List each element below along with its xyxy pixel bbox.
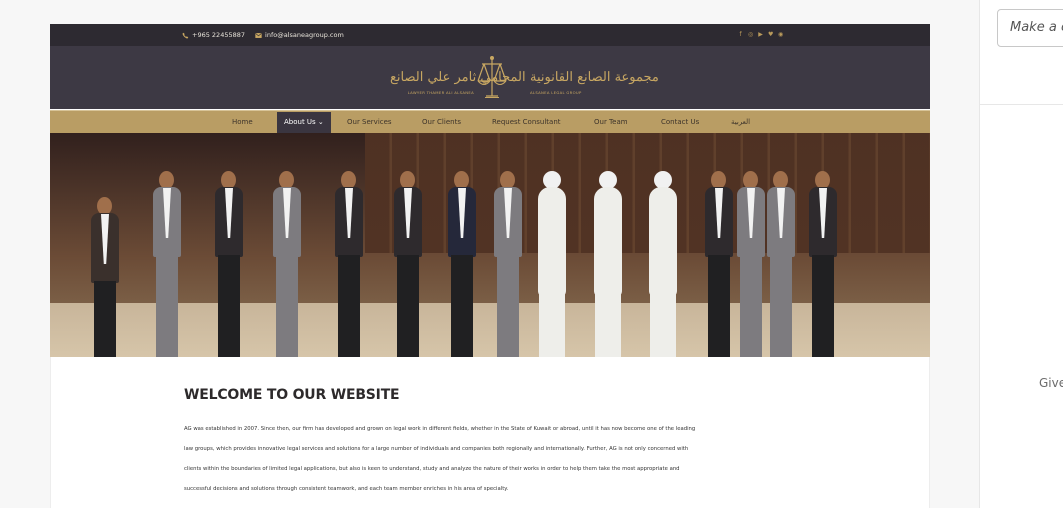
team-member <box>266 171 308 357</box>
welcome-heading: WELCOME TO OUR WEBSITE <box>184 387 400 403</box>
team-member <box>84 197 126 357</box>
group-logo-text: مجموعة الصانع القانونية ALSANEA LEGAL GR… <box>530 70 659 95</box>
welcome-line-4: successful decisions and solutions throu… <box>184 486 509 492</box>
right-side-panel: Make a co Give <box>979 0 1063 508</box>
welcome-line-3: clients within the boundaries of limited… <box>184 466 680 472</box>
phone-number: +965 22455887 <box>192 31 246 39</box>
welcome-line-1: AG was established in 2007. Since then, … <box>184 426 696 432</box>
whatsapp-icon[interactable]: ◉ <box>778 31 783 38</box>
team-hero-image <box>50 133 930 357</box>
team-member <box>802 171 844 357</box>
lawyer-arabic-name: المحامي ثامر علي الصانع <box>390 70 526 85</box>
email-contact[interactable]: info@alsaneagroup.com <box>255 31 344 39</box>
nav-our-services[interactable]: Our Services <box>347 112 392 133</box>
brand-logo[interactable]: المحامي ثامر علي الصانع LAWYER THAMER AL… <box>390 52 659 106</box>
nav-our-team[interactable]: Our Team <box>594 112 628 133</box>
youtube-icon[interactable]: ▶ <box>758 31 763 38</box>
group-arabic-name: مجموعة الصانع القانونية <box>530 70 659 85</box>
nav-arabic[interactable]: العربية <box>731 112 750 133</box>
social-links: f ◎ ▶ ♥ ◉ <box>738 31 783 38</box>
team-member <box>487 171 529 357</box>
site-header: المحامي ثامر علي الصانع LAWYER THAMER AL… <box>50 46 930 109</box>
email-address: info@alsaneagroup.com <box>265 31 344 39</box>
nav-request-consultant[interactable]: Request Consultant <box>492 112 561 133</box>
main-navigation: Home About Us ⌄ Our Services Our Clients… <box>50 110 930 133</box>
team-member <box>531 171 573 357</box>
nav-home[interactable]: Home <box>232 112 253 133</box>
mail-icon <box>255 32 262 38</box>
browser-canvas: +965 22455887 info@alsaneagroup.com f ◎ … <box>0 0 1063 508</box>
team-member <box>387 171 429 357</box>
team-member <box>441 171 483 357</box>
team-member <box>642 171 684 357</box>
law-firm-website: +965 22455887 info@alsaneagroup.com f ◎ … <box>50 24 930 508</box>
phone-icon <box>182 32 189 39</box>
nav-contact-us[interactable]: Contact Us <box>661 112 699 133</box>
lawyer-english-name: LAWYER THAMER ALI ALSANEA <box>407 90 474 95</box>
group-english-name: ALSANEA LEGAL GROUP <box>530 90 582 95</box>
team-member <box>587 171 629 357</box>
welcome-line-2: law groups, which provides innovative le… <box>184 446 689 452</box>
panel-divider <box>980 104 1063 105</box>
team-member <box>146 171 188 357</box>
partial-panel-text: Give <box>1039 376 1063 390</box>
welcome-section: WELCOME TO OUR WEBSITE AG was establishe… <box>50 357 930 508</box>
twitter-icon[interactable]: ♥ <box>768 31 773 38</box>
nav-our-clients[interactable]: Our Clients <box>422 112 461 133</box>
contact-info: +965 22455887 info@alsaneagroup.com <box>182 31 344 39</box>
nav-about-us[interactable]: About Us ⌄ <box>277 112 331 133</box>
comment-input[interactable]: Make a co <box>997 9 1063 47</box>
phone-contact[interactable]: +965 22455887 <box>182 31 245 39</box>
instagram-icon[interactable]: ◎ <box>748 31 753 38</box>
team-member <box>208 171 250 357</box>
contact-topbar: +965 22455887 info@alsaneagroup.com f ◎ … <box>50 24 930 46</box>
scales-logo-icon <box>477 56 507 98</box>
team-member <box>760 171 802 357</box>
lawyer-logo-text: المحامي ثامر علي الصانع LAWYER THAMER AL… <box>390 70 526 95</box>
team-member <box>328 171 370 357</box>
facebook-icon[interactable]: f <box>738 31 743 38</box>
